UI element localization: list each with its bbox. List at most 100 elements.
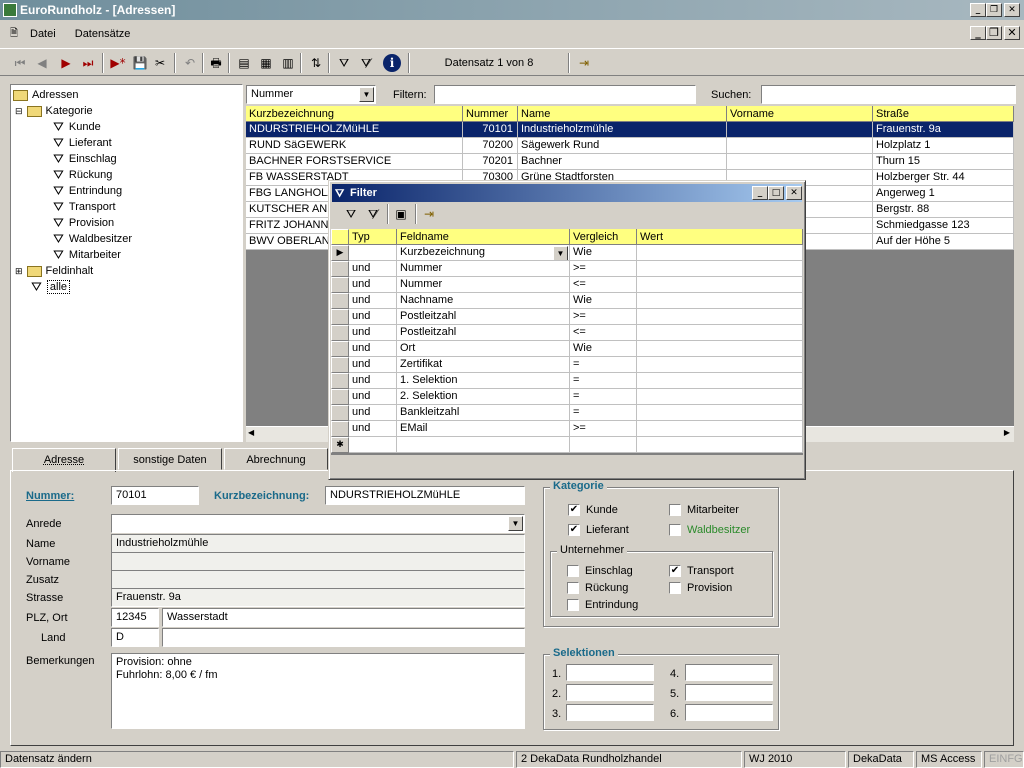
filter-cell[interactable]: Ort xyxy=(397,341,570,357)
table-cell[interactable]: RUND SäGEWERK xyxy=(246,138,463,154)
tree-node-provision[interactable]: ⛛ Provision xyxy=(53,215,114,231)
waldbesitzer-checkbox[interactable]: Waldbesitzer xyxy=(669,523,750,537)
row-header[interactable] xyxy=(331,325,349,341)
filter-cell[interactable]: und xyxy=(349,389,397,405)
filter-column-header[interactable]: Typ xyxy=(349,229,397,245)
menu-datensaetze[interactable]: Datensätze xyxy=(75,28,131,40)
zusatz-field[interactable] xyxy=(111,570,525,589)
filter-cell[interactable]: <= xyxy=(570,325,637,341)
table-cell[interactable]: Holzplatz 1 xyxy=(873,138,1014,154)
tree-node-waldbesitzer[interactable]: ⛛ Waldbesitzer xyxy=(53,231,132,247)
print-icon[interactable]: 🖶 xyxy=(206,53,226,73)
filter-cell[interactable]: Kurzbezeichnung ▼ xyxy=(397,245,570,261)
close-button[interactable]: ✕ xyxy=(1004,3,1020,17)
table-cell[interactable]: Schmiedgasse 123 xyxy=(873,218,1014,234)
menu-datei[interactable]: Datei xyxy=(30,28,56,40)
mdi-close-button[interactable]: ✕ xyxy=(1004,26,1020,40)
grid-column-header[interactable]: Name xyxy=(518,106,727,122)
next-record-icon[interactable]: ▶ xyxy=(56,53,76,73)
table-cell[interactable]: 70200 xyxy=(463,138,518,154)
filter-cell[interactable]: und xyxy=(349,277,397,293)
row-header[interactable] xyxy=(331,261,349,277)
table-cell[interactable]: Holzberger Str. 44 xyxy=(873,170,1014,186)
land-name-field[interactable] xyxy=(162,628,525,647)
dialog-close-button[interactable]: ✕ xyxy=(786,186,802,200)
restore-button[interactable]: ❐ xyxy=(986,3,1002,17)
land-code-field[interactable]: D xyxy=(111,628,159,647)
mdi-restore-button[interactable]: ❐ xyxy=(986,26,1002,40)
filter-cell[interactable] xyxy=(397,437,570,453)
filter-column-header[interactable]: Feldname xyxy=(397,229,570,245)
filter-cell[interactable]: EMail xyxy=(397,421,570,437)
remove-filter-icon[interactable]: ⛛̸ xyxy=(363,204,383,224)
filter-cell[interactable] xyxy=(637,373,803,389)
row-header[interactable] xyxy=(331,373,349,389)
search-input[interactable] xyxy=(761,85,1016,104)
filter-cell[interactable]: 2. Selektion xyxy=(397,389,570,405)
filter-cell[interactable]: >= xyxy=(570,421,637,437)
filter-cell[interactable]: >= xyxy=(570,261,637,277)
filter-cell[interactable]: und xyxy=(349,405,397,421)
provision-checkbox[interactable]: Provision xyxy=(669,581,732,595)
kurzbezeichnung-field[interactable]: NDURSTRIEHOLZMüHLE xyxy=(325,486,525,505)
info-icon[interactable]: i xyxy=(383,54,401,72)
filter-cell[interactable]: = xyxy=(570,405,637,421)
table-cell[interactable]: Auf der Höhe 5 xyxy=(873,234,1014,250)
tree-node-alle[interactable]: ⛛ alle xyxy=(31,279,71,295)
table-cell[interactable]: Frauenstr. 9a xyxy=(873,122,1014,138)
filter-cell[interactable] xyxy=(349,245,397,261)
strasse-field[interactable]: Frauenstr. 9a xyxy=(111,588,525,607)
scroll-left-icon[interactable]: ◀ xyxy=(248,428,254,437)
tab-adresse[interactable]: Adresse xyxy=(12,448,116,472)
filter-cell[interactable]: Bankleitzahl xyxy=(397,405,570,421)
table-cell[interactable] xyxy=(727,138,873,154)
filter-cell[interactable]: Wie xyxy=(570,293,637,309)
row-header[interactable] xyxy=(331,293,349,309)
apply-filter-icon[interactable]: ⛛ xyxy=(341,204,361,224)
exit-icon[interactable]: ⇥ xyxy=(574,53,594,73)
table-cell[interactable]: 70201 xyxy=(463,154,518,170)
filter-cell[interactable] xyxy=(637,245,803,261)
tree-node-entrindung[interactable]: ⛛ Entrindung xyxy=(53,183,122,199)
tree-node-feldinhalt[interactable]: ⊞ Feldinhalt xyxy=(15,263,93,279)
filter-cell[interactable] xyxy=(637,325,803,341)
chevron-down-icon[interactable]: ▼ xyxy=(553,246,568,260)
filter-cell[interactable]: Nummer xyxy=(397,277,570,293)
current-row-icon[interactable]: ▶ xyxy=(331,245,349,261)
selektion-1-field[interactable] xyxy=(566,664,654,681)
tree-node-einschlag[interactable]: ⛛ Einschlag xyxy=(53,151,117,167)
tree-node-transport[interactable]: ⛛ Transport xyxy=(53,199,116,215)
first-record-icon[interactable]: ⏮ xyxy=(10,53,30,73)
filter-cell[interactable]: = xyxy=(570,389,637,405)
filter-cell[interactable]: und xyxy=(349,309,397,325)
filter-cell[interactable]: = xyxy=(570,373,637,389)
split-view-icon[interactable]: ▥ xyxy=(278,53,298,73)
table-cell[interactable]: Sägewerk Rund xyxy=(518,138,727,154)
bemerkungen-textarea[interactable]: Provision: ohne Fuhrlohn: 8,00 € / fm xyxy=(111,653,525,729)
last-record-icon[interactable]: ⏭ xyxy=(78,53,98,73)
save-icon[interactable]: 💾 xyxy=(130,53,150,73)
nummer-field[interactable]: 70101 xyxy=(111,486,199,505)
new-row-icon[interactable]: ✱ xyxy=(331,437,349,453)
filter-cell[interactable]: Postleitzahl xyxy=(397,309,570,325)
tab-sonstige-daten[interactable]: sonstige Daten xyxy=(118,448,222,470)
delete-icon[interactable]: ✂ xyxy=(150,53,170,73)
filter-cell[interactable]: und xyxy=(349,357,397,373)
exit-icon[interactable]: ⇥ xyxy=(419,204,439,224)
expand-icon[interactable]: ⊞ xyxy=(15,266,23,276)
filter-column-header[interactable]: Wert xyxy=(637,229,803,245)
name-field[interactable]: Industrieholzmühle xyxy=(111,534,525,553)
filter-cell[interactable]: Nachname xyxy=(397,293,570,309)
einschlag-checkbox[interactable]: Einschlag xyxy=(567,564,633,578)
filter-input[interactable] xyxy=(434,85,696,104)
selektion-3-field[interactable] xyxy=(566,704,654,721)
new-record-icon[interactable]: ▶* xyxy=(108,53,128,73)
grid-column-header[interactable]: Kurzbezeichnung xyxy=(246,106,463,122)
kunde-checkbox[interactable]: ✔ Kunde xyxy=(568,503,618,517)
lieferant-checkbox[interactable]: ✔ Lieferant xyxy=(568,523,629,537)
filter-cell[interactable] xyxy=(637,261,803,277)
filter-cell[interactable]: = xyxy=(570,357,637,373)
dialog-minimize-button[interactable]: _ xyxy=(752,186,768,200)
row-header[interactable] xyxy=(331,309,349,325)
filter-cell[interactable]: Zertifikat xyxy=(397,357,570,373)
